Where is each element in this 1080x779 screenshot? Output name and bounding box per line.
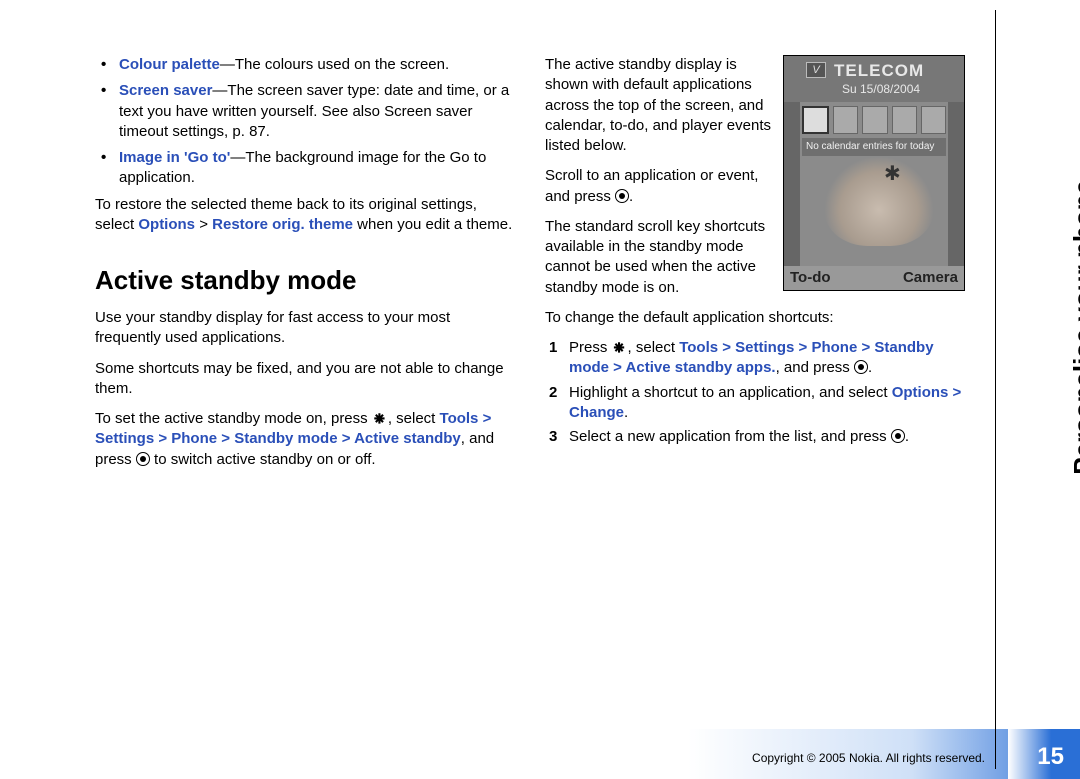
shot-app-icon [862,106,887,134]
scroll-key-icon [891,429,905,443]
shot-header: V TELECOM Su 15/08/2004 [784,56,964,102]
manual-page: Colour palette—The colours used on the s… [0,0,1080,779]
shot-wallpaper-hand [824,156,934,246]
shot-softkeys: To-do Camera [784,266,964,290]
column-right: V TELECOM Su 15/08/2004 No calendar entr… [545,55,965,480]
scroll-key-icon [854,360,868,374]
content-columns: Colour palette—The colours used on the s… [95,55,965,480]
copyright-text: Copyright © 2005 Nokia. All rights reser… [752,751,985,765]
restore-paragraph: To restore the selected theme back to it… [95,195,515,236]
scroll-key-icon [615,189,629,203]
shot-softkey-left: To-do [790,268,831,288]
list-item: Image in 'Go to'—The background image fo… [95,148,515,189]
term: Colour palette [119,56,220,73]
shot-app-icon [921,106,946,134]
column-left: Colour palette—The colours used on the s… [95,55,515,480]
menu-key-icon [612,340,628,354]
shot-app-icon [833,106,858,134]
section-side-title: Personalise your phone [1068,180,1080,475]
term: Screen saver [119,82,212,99]
body-text: Use your standby display for fast access… [95,308,515,349]
shot-app-icon [892,106,917,134]
shot-date: Su 15/08/2004 [842,81,920,97]
shot-mode-icon: V [806,62,826,78]
body-text: Some shortcuts may be fixed, and you are… [95,359,515,400]
section-heading: Active standby mode [95,263,515,298]
page-number: 15 [1037,743,1064,771]
shot-operator: TELECOM [834,60,924,83]
phone-screenshot: V TELECOM Su 15/08/2004 No calendar entr… [783,55,965,291]
list-item: Press , select Tools > Settings > Phone … [545,338,965,379]
scroll-key-icon [136,452,150,466]
list-item: Screen saver—The screen saver type: date… [95,81,515,142]
bullet-list: Colour palette—The colours used on the s… [95,55,515,189]
list-item: Highlight a shortcut to an application, … [545,383,965,424]
shot-calendar-text: No calendar entries for today [802,138,946,156]
list-item: Colour palette—The colours used on the s… [95,55,515,75]
shot-app-icon [802,106,829,134]
set-standby-paragraph: To set the active standby mode on, press… [95,409,515,470]
page-number-box: 15 [1008,729,1080,779]
shot-butterfly-icon: ✱ [884,161,901,188]
list-item: Select a new application from the list, … [545,427,965,447]
body-text: To change the default application shortc… [545,308,965,328]
vertical-divider [995,10,996,769]
term-desc: —The colours used on the screen. [220,56,449,73]
steps-list: Press , select Tools > Settings > Phone … [545,338,965,447]
menu-key-icon [372,411,388,425]
shot-app-row [802,106,946,134]
term: Image in 'Go to' [119,149,230,166]
shot-softkey-right: Camera [903,268,958,288]
